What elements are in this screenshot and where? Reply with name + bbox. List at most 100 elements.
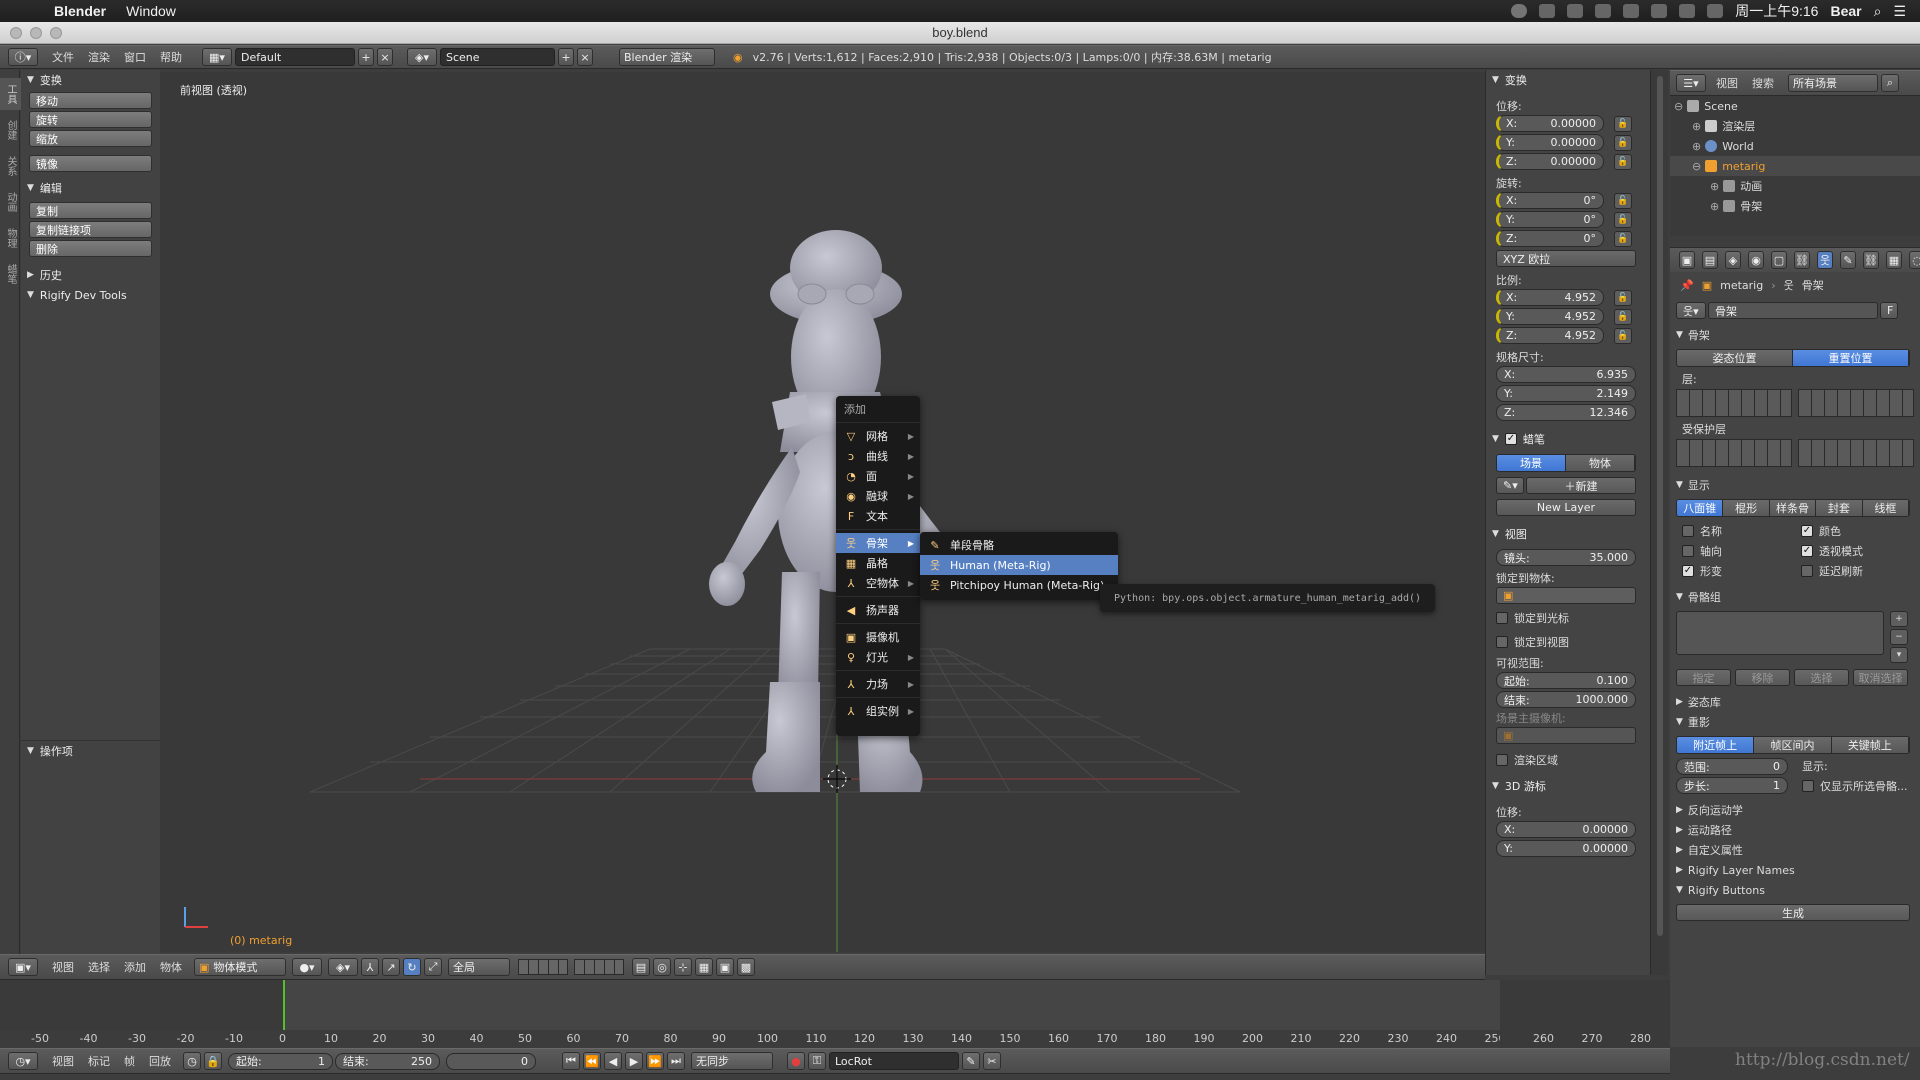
skeleton-panel-header[interactable]: ▼ 骨架	[1670, 325, 1920, 345]
menu-render[interactable]: 渲染	[88, 49, 110, 65]
timeline-editor-type-icon[interactable]: ◷▾	[8, 1052, 38, 1070]
show-names-check[interactable]: 名称	[1682, 523, 1801, 539]
fake-user-button[interactable]: F	[1880, 302, 1898, 319]
wifi-icon[interactable]	[1651, 4, 1668, 18]
outliner-filter-select[interactable]: 所有场景	[1788, 74, 1878, 92]
add-curve-item[interactable]: ↄ 曲线 ▶	[836, 446, 920, 466]
show-xray-check[interactable]: ✓ 透视模式	[1801, 543, 1920, 559]
delete-button[interactable]: 删除	[29, 240, 152, 257]
remove-bone-group-icon[interactable]: −	[1890, 629, 1908, 645]
airplay-icon[interactable]	[1567, 4, 1584, 18]
menu-window[interactable]: 窗口	[124, 49, 146, 65]
history-panel-header[interactable]: ▶ 历史	[21, 265, 160, 285]
zoom-window-button[interactable]	[50, 27, 62, 39]
outliner-editor-type-icon[interactable]: ☰▾	[1676, 74, 1706, 92]
sync-mode-select[interactable]: 无同步	[691, 1052, 773, 1070]
add-layout-icon[interactable]: +	[358, 48, 374, 66]
window-menu[interactable]: Window	[126, 3, 176, 19]
lock-icon[interactable]: 🔓	[1614, 134, 1632, 151]
outliner-menu-view[interactable]: 视图	[1716, 75, 1738, 91]
object-tab-icon[interactable]: ▢	[1771, 251, 1787, 269]
outliner-row-animation[interactable]: ⊕ 动画	[1670, 176, 1920, 196]
render-tab-icon[interactable]: ▣	[1679, 251, 1695, 269]
pose-position-button[interactable]: 姿态位置	[1677, 350, 1793, 366]
scale-y-field[interactable]: Y: 4.952	[1496, 308, 1604, 325]
display-wire[interactable]: 线框	[1862, 500, 1909, 516]
render-border-check[interactable]: 渲染区域	[1496, 752, 1650, 768]
rotation-z-field[interactable]: Z: 0°	[1496, 230, 1604, 247]
add-empty-item[interactable]: ⅄ 空物体 ▶	[836, 573, 920, 593]
3d-cursor-header[interactable]: ▼ 3D 游标	[1486, 776, 1650, 796]
gp-pencil-icon[interactable]: ✎▾	[1496, 477, 1524, 494]
display-bbone[interactable]: 样条骨	[1769, 500, 1817, 516]
lock-icon[interactable]: 🔓	[1614, 308, 1632, 325]
close-window-button[interactable]	[10, 27, 22, 39]
menu-file[interactable]: 文件	[52, 49, 74, 65]
lock-icon[interactable]: 🔓	[1614, 192, 1632, 209]
protected-layers-grid[interactable]	[1676, 439, 1920, 467]
rigify-layer-names-header[interactable]: ▶ Rigify Layer Names	[1670, 860, 1920, 880]
custom-properties-header[interactable]: ▶ 自定义属性	[1670, 840, 1920, 860]
add-bone-group-icon[interactable]: +	[1890, 611, 1908, 627]
scale-manipulator-icon[interactable]: ⤢	[424, 958, 442, 976]
current-frame-marker[interactable]	[283, 980, 285, 1030]
add-force-field-item[interactable]: ⅄ 力场 ▶	[836, 674, 920, 694]
display-stick[interactable]: 棍形	[1723, 500, 1770, 516]
timeline-menu-marker[interactable]: 标记	[88, 1053, 110, 1069]
n-transform-header[interactable]: ▼ 变换	[1486, 70, 1650, 90]
dimensions-x-field[interactable]: X: 6.935	[1496, 366, 1636, 383]
auto-keying-icon[interactable]: ●	[787, 1052, 805, 1070]
tab-grease-pencil[interactable]: 蜡笔	[0, 258, 21, 290]
scene-layers-grid-b[interactable]	[574, 959, 624, 975]
transform-panel-header[interactable]: ▼ 变换	[21, 70, 160, 90]
location-x-field[interactable]: X: 0.00000	[1496, 115, 1604, 132]
layer-lock-icon[interactable]: ▤	[632, 958, 650, 976]
add-group-instance-item[interactable]: ⅄ 组实例 ▶	[836, 701, 920, 721]
add-speaker-item[interactable]: ◀ 扬声器	[836, 600, 920, 620]
outliner-search-icon[interactable]: ⌕	[1881, 74, 1899, 92]
texture-tab-icon[interactable]: ▦	[1886, 251, 1902, 269]
pivot-point-icon[interactable]: ◈▾	[328, 958, 358, 976]
rotation-mode-select[interactable]: XYZ 欧拉	[1496, 250, 1636, 267]
render-animation-icon[interactable]: ▩	[737, 958, 755, 976]
ghost-step-field[interactable]: 步长: 1	[1676, 777, 1788, 794]
view3d-menu-add[interactable]: 添加	[124, 959, 146, 975]
play-icon[interactable]: ▶	[625, 1052, 643, 1070]
rigify-dev-tools-header[interactable]: ▼ Rigify Dev Tools	[21, 285, 160, 305]
rotate-button[interactable]: 旋转	[29, 111, 152, 128]
view3d-menu-view[interactable]: 视图	[52, 959, 74, 975]
remove-scene-icon[interactable]: ×	[577, 48, 593, 66]
dimensions-z-field[interactable]: Z: 12.346	[1496, 404, 1636, 421]
timeline-menu-frame[interactable]: 帧	[124, 1053, 135, 1069]
lock-icon[interactable]: 🔓	[1614, 289, 1632, 306]
outliner-row-render-layers[interactable]: ⊕ 渲染层	[1670, 116, 1920, 136]
tab-create[interactable]: 创建	[0, 114, 21, 146]
assign-button[interactable]: 指定	[1676, 669, 1731, 686]
operator-panel-header[interactable]: ▼ 操作项	[21, 740, 160, 760]
jump-start-icon[interactable]: ⏮	[562, 1052, 580, 1070]
location-z-field[interactable]: Z: 0.00000	[1496, 153, 1604, 170]
remove-button[interactable]: 移除	[1735, 669, 1790, 686]
bone-group-menu-icon[interactable]: ▾	[1890, 647, 1908, 663]
frame-end-field[interactable]: 结束: 250	[335, 1052, 440, 1070]
cursor-x-field[interactable]: X: 0.00000	[1496, 821, 1636, 838]
lock-range-icon[interactable]: 🔒	[204, 1052, 222, 1070]
location-y-field[interactable]: Y: 0.00000	[1496, 134, 1604, 151]
viewport-shading-icon[interactable]: ●▾	[292, 958, 322, 976]
single-bone-item[interactable]: ✎ 单段骨骼	[920, 535, 1118, 555]
select-button[interactable]: 选择	[1794, 669, 1849, 686]
duplicate-linked-button[interactable]: 复制链接项	[29, 221, 152, 238]
view3d-menu-object[interactable]: 物体	[160, 959, 182, 975]
physics-tab-icon[interactable]: ◌	[1909, 251, 1920, 269]
add-surface-item[interactable]: ◔ 面 ▶	[836, 466, 920, 486]
outliner-row-armature-data[interactable]: ⊕ 骨架	[1670, 196, 1920, 216]
ghost-range-field[interactable]: 范围: 0	[1676, 758, 1788, 775]
ghost-header[interactable]: ▼ 重影	[1670, 712, 1920, 732]
bone-constraints-tab-icon[interactable]: ⛓	[1863, 251, 1879, 269]
app-menu[interactable]: Blender	[54, 3, 106, 19]
outliner-menu-search[interactable]: 搜索	[1752, 75, 1774, 91]
scale-button[interactable]: 缩放	[29, 130, 152, 147]
timeline-menu-view[interactable]: 视图	[52, 1053, 74, 1069]
lens-field[interactable]: 镜头: 35.000	[1496, 549, 1636, 566]
ghost-in-range[interactable]: 帧区间内	[1754, 737, 1832, 753]
